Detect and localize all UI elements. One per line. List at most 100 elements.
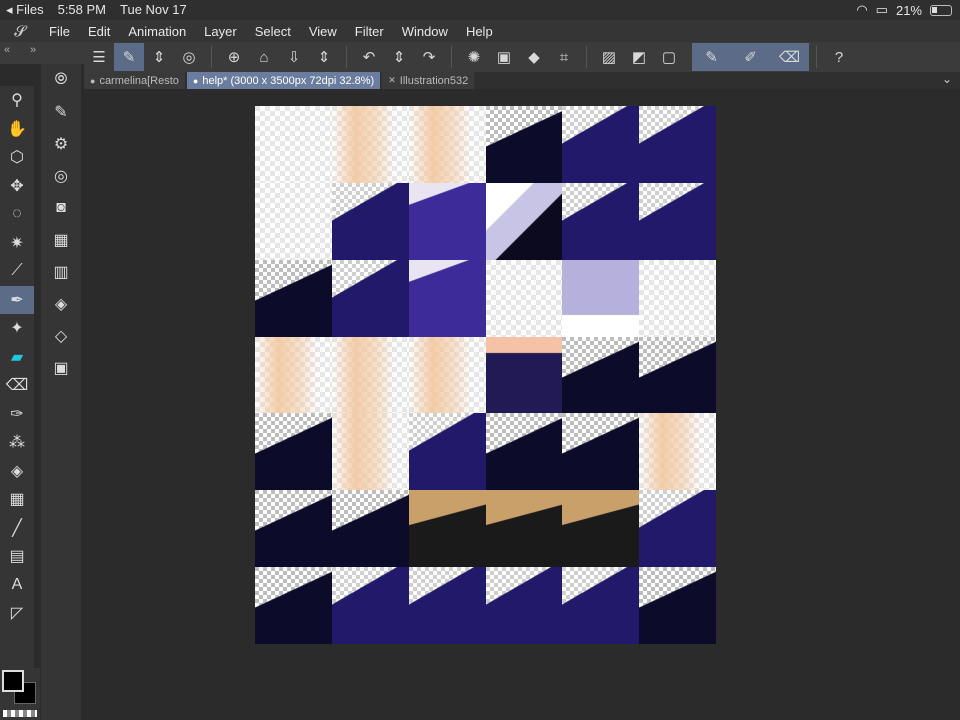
decoration-icon[interactable]: ✑ [0,400,34,429]
pen-tool-icon[interactable]: ✒ [0,285,34,314]
layer-settings-icon[interactable]: ◈ [41,288,81,320]
frame-border-icon[interactable]: ▤ [0,542,34,571]
new-icon[interactable]: ⊕ [219,43,249,71]
canvas-tile [331,413,410,492]
eraser-icon[interactable]: ⌫ [770,43,809,71]
canvas-tile [562,182,641,261]
grid-icon[interactable]: ▦ [41,224,81,256]
canvas-tile [408,259,487,338]
circle-layer-icon[interactable]: ◙ [41,192,81,224]
line-icon[interactable]: ╱ [0,514,34,543]
wifi-icon: ◠ [856,2,868,17]
spinner-icon[interactable]: ✺ [459,43,489,71]
canvas-tile [485,259,564,338]
updown-icon[interactable]: ⇕ [144,43,174,71]
updown-icon[interactable]: ⇕ [384,43,414,71]
fill-icon[interactable]: ◆ [519,43,549,71]
collapse-left-icon[interactable]: « [4,44,10,56]
menu-edit[interactable]: Edit [79,24,119,39]
drawing-canvas[interactable] [255,106,716,644]
menu-icon[interactable]: ☰ [84,43,114,71]
gradient-icon[interactable]: ▦ [0,485,34,514]
undo-icon[interactable]: ↶ [354,43,384,71]
pen-gear-icon[interactable]: ⚙ [41,128,81,160]
text-icon[interactable]: A [0,571,34,600]
move-icon[interactable]: ✥ [0,172,34,201]
transform-icon[interactable]: ▣ [489,43,519,71]
redo-icon[interactable]: ↷ [414,43,444,71]
swirl-icon[interactable]: ◎ [174,43,204,71]
film-icon[interactable]: ▥ [41,256,81,288]
sub-tool-palette: ⦾ ✎ ⚙ ◎ ◙ ▦ ▥ ◈ ◇ ▣ [41,64,81,720]
clear-icon[interactable]: ◩ [624,43,654,71]
tool-palette: ⚲ ✋ ⬡ ✥ ◌ ✷ ⟋ ✒ ✦ ▰ ⌫ ✑ ⁂ ◈ ▦ ╱ ▤ A ◸ [0,86,34,720]
panel-header: « » [0,42,84,64]
canvas-tile [331,336,410,415]
fill-icon[interactable]: ◈ [0,457,34,486]
menu-animation[interactable]: Animation [119,24,195,39]
tab-close-icon[interactable]: ✕ [388,75,396,86]
canvas-tile [485,413,564,492]
divider [346,46,347,68]
pen-icon[interactable]: ✎ [692,43,731,71]
marker-icon[interactable]: ▰ [0,343,34,372]
crop-icon[interactable]: ⌗ [549,43,579,71]
canvas-tile [485,182,564,261]
menu-file[interactable]: File [40,24,79,39]
canvas-tile [562,259,641,338]
canvas-tile [255,490,333,569]
object-icon[interactable]: ⬡ [0,143,34,172]
tab-help[interactable]: ● help* (3000 x 3500px 72dpi 32.8%) [186,72,381,89]
updown-icon[interactable]: ⇕ [309,43,339,71]
chevron-down-icon[interactable]: ⌄ [942,72,952,86]
hand-icon[interactable]: ✋ [0,115,34,144]
pen-target-icon[interactable]: ◎ [41,160,81,192]
divider [211,46,212,68]
lasso-icon[interactable]: ◌ [0,200,34,229]
menu-window[interactable]: Window [393,24,457,39]
blend-icon[interactable]: ⁂ [0,428,34,457]
sparkle-icon[interactable]: ✦ [0,314,34,343]
canvas-tile [562,413,641,492]
app-logo-icon[interactable]: 𝓢 [0,23,40,40]
sub-tool-icon[interactable]: ⦾ [41,64,81,96]
tab-modified-dot: ● [192,75,199,86]
menu-select[interactable]: Select [246,24,300,39]
transparent-color-swatch[interactable] [3,710,37,717]
color-selector [0,668,40,720]
menu-help[interactable]: Help [457,24,502,39]
canvas-tile [562,336,641,415]
canvas-tile [255,106,333,184]
canvas-area[interactable] [84,89,960,720]
open-icon[interactable]: ⌂ [249,43,279,71]
menu-filter[interactable]: Filter [346,24,393,39]
frame-icon[interactable]: ▢ [654,43,684,71]
zoom-icon[interactable]: ⚲ [0,86,34,115]
canvas-tile [255,182,333,261]
canvas-tile [485,336,564,415]
menu-layer[interactable]: Layer [195,24,246,39]
pen-settings-icon[interactable]: ✎ [41,96,81,128]
canvas-tile [255,413,333,492]
tab-carmelina[interactable]: ● carmelina[Resto [84,72,185,89]
back-to-files-link[interactable]: ◂ Files [6,2,44,18]
canvas-tile [639,106,716,184]
collapse-right-icon[interactable]: » [30,44,36,56]
tab-illustration532[interactable]: ✕ Illustration532 [382,72,475,89]
brush-icon[interactable]: ✐ [731,43,770,71]
deselect-icon[interactable]: ▨ [594,43,624,71]
save-icon[interactable]: ⇩ [279,43,309,71]
menu-view[interactable]: View [300,24,346,39]
tab-modified-dot: ● [90,75,96,86]
folder-icon[interactable]: ▣ [41,352,81,384]
modify-icon[interactable]: ✎ [114,43,144,71]
tab-label: carmelina[Resto [99,74,179,87]
help-icon[interactable]: ? [824,43,854,71]
eyedropper-icon[interactable]: ⟋ [0,257,34,286]
correct-line-icon[interactable]: ◸ [0,599,34,628]
foreground-color-swatch[interactable] [2,670,24,692]
canvas-tile [408,567,487,644]
magic-wand-icon[interactable]: ✷ [0,229,34,258]
eraser-icon[interactable]: ⌫ [0,371,34,400]
layers-icon[interactable]: ◇ [41,320,81,352]
